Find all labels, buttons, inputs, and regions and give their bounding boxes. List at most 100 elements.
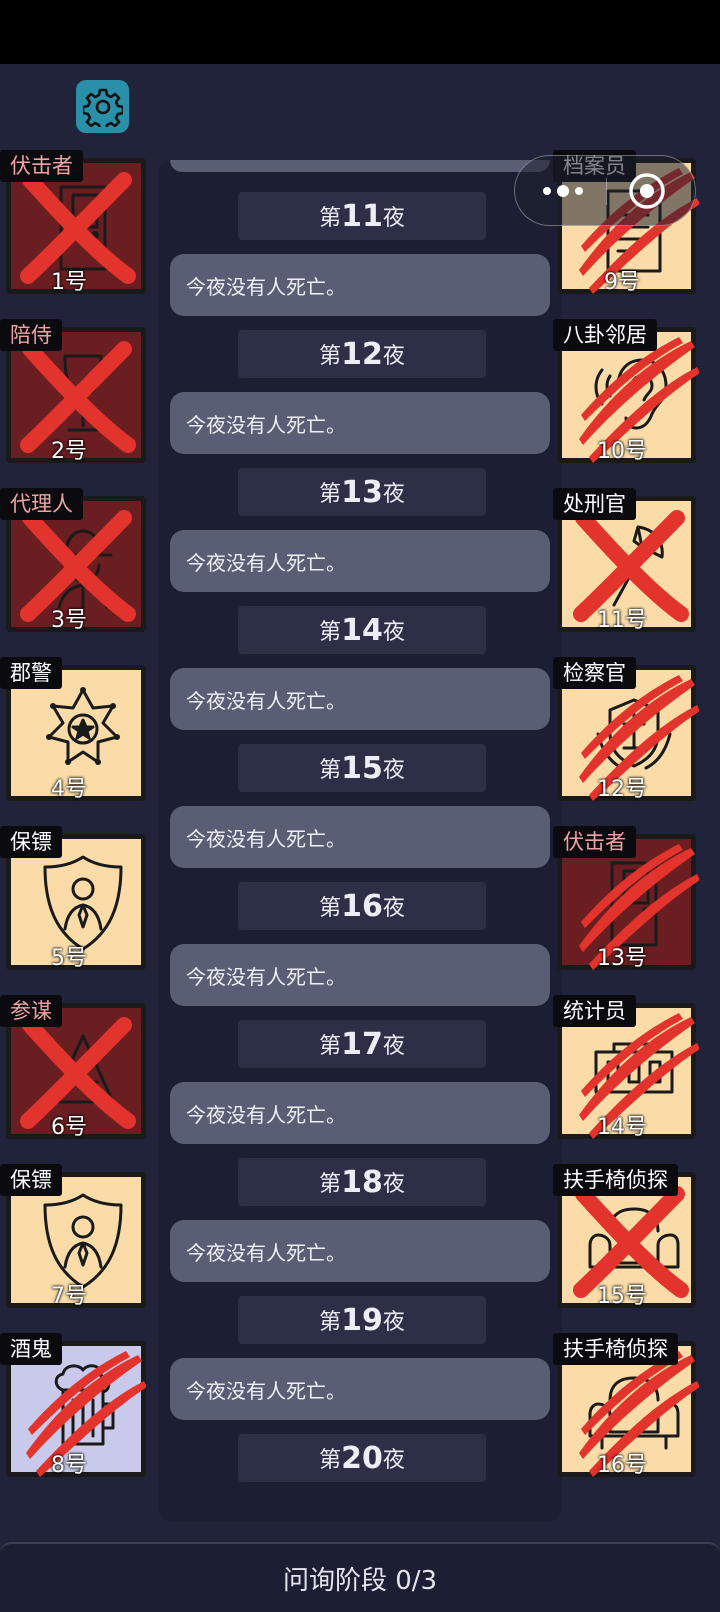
more-dots-icon[interactable] [535, 176, 595, 206]
night-number: 11 [341, 198, 383, 234]
night-number: 17 [341, 1026, 383, 1062]
player-number: 2号 [51, 439, 87, 464]
night-header: 第 15 夜 [238, 744, 486, 792]
night-message: 今夜没有人死亡。 [170, 1220, 550, 1282]
night-prefix: 第 [319, 1448, 342, 1473]
player-number: 5号 [51, 946, 87, 971]
player-role-label: 检察官 [553, 657, 636, 689]
player-card[interactable]: 代理人 3号 [0, 488, 146, 633]
player-number: 16号 [597, 1453, 647, 1478]
night-suffix: 夜 [382, 206, 405, 231]
player-card[interactable]: 保镖 7号 [0, 1164, 146, 1309]
player-card[interactable]: 伏击者 1号 [0, 150, 146, 295]
night-suffix: 夜 [382, 1310, 405, 1335]
player-number: 11号 [597, 608, 647, 633]
night-prefix: 第 [319, 206, 342, 231]
night-message: 今夜没有人死亡。 [170, 806, 550, 868]
night-number: 20 [341, 1440, 383, 1476]
player-card[interactable]: 伏击者 13号 [553, 826, 699, 971]
night-header: 第 14 夜 [238, 606, 486, 654]
night-prefix: 第 [319, 1310, 342, 1335]
player-card[interactable]: 检察官 12号 [553, 657, 699, 802]
player-role-label: 郡警 [0, 657, 62, 689]
night-number: 13 [341, 474, 383, 510]
player-role-label: 统计员 [553, 995, 636, 1027]
night-header: 第 17 夜 [238, 1020, 486, 1068]
player-card[interactable]: 保镖 5号 [0, 826, 146, 971]
night-prefix: 第 [319, 896, 342, 921]
player-role-label: 八卦邻居 [553, 319, 657, 351]
mini-program-capsule [514, 155, 696, 226]
night-suffix: 夜 [382, 1448, 405, 1473]
bodyguard-shield-icon [43, 1193, 123, 1289]
player-card[interactable]: 统计员 14号 [553, 995, 699, 1140]
night-prefix: 第 [319, 620, 342, 645]
night-header: 第 16 夜 [238, 882, 486, 930]
gear-icon [82, 88, 123, 127]
player-card[interactable]: 处刑官 11号 [553, 488, 696, 633]
player-number: 14号 [597, 1115, 647, 1140]
night-number: 18 [341, 1164, 383, 1200]
night-header: 第 12 夜 [238, 330, 486, 378]
capsule-divider [606, 178, 607, 205]
player-role-label: 酒鬼 [0, 1333, 62, 1365]
night-message: 今夜没有人死亡。 [170, 1082, 550, 1144]
settings-button[interactable] [76, 80, 129, 133]
night-header: 第 13 夜 [238, 468, 486, 516]
player-card[interactable]: 八卦邻居 10号 [553, 319, 699, 464]
bodyguard-shield-icon [43, 855, 123, 951]
night-prefix: 第 [319, 1034, 342, 1059]
player-card[interactable]: 扶手椅侦探 16号 [553, 1333, 699, 1478]
player-number: 3号 [51, 608, 87, 633]
player-card[interactable]: 扶手椅侦探 15号 [553, 1164, 696, 1309]
player-role-label: 代理人 [0, 488, 83, 520]
night-suffix: 夜 [382, 482, 405, 507]
night-prefix: 第 [319, 482, 342, 507]
night-message: 今夜没有人死亡。 [170, 530, 550, 592]
night-suffix: 夜 [382, 344, 405, 369]
player-role-label: 保镖 [0, 826, 62, 858]
night-prefix: 第 [319, 1172, 342, 1197]
player-card[interactable]: 酒鬼 8号 [0, 1333, 146, 1478]
player-number: 6号 [51, 1115, 87, 1140]
target-close-icon[interactable] [627, 171, 667, 211]
player-number: 1号 [51, 270, 87, 295]
night-suffix: 夜 [382, 896, 405, 921]
night-header: 第 19 夜 [238, 1296, 486, 1344]
player-role-label: 陪侍 [0, 319, 62, 351]
night-suffix: 夜 [382, 758, 405, 783]
player-number: 10号 [597, 439, 647, 464]
night-log-panel[interactable]: 第 11 夜今夜没有人死亡。第 12 夜今夜没有人死亡。第 13 夜今夜没有人死亡。第 14 夜… [158, 160, 562, 1522]
night-header: 第 18 夜 [238, 1158, 486, 1206]
night-prefix: 第 [319, 344, 342, 369]
inquiry-phase-label: 问询阶段 0/3 [282, 1565, 438, 1596]
night-message: 今夜没有人死亡。 [170, 668, 550, 730]
night-prefix: 第 [319, 758, 342, 783]
player-role-label: 伏击者 [0, 150, 83, 182]
log-message-partial [170, 160, 550, 172]
player-number: 15号 [597, 1284, 647, 1309]
inquiry-phase-bar[interactable]: 问询阶段 0/3 [0, 1542, 720, 1612]
player-number: 9号 [604, 270, 640, 295]
player-role-label: 扶手椅侦探 [553, 1164, 678, 1196]
sheriff-badge-icon [46, 687, 120, 765]
player-role-label: 参谋 [0, 995, 62, 1027]
night-message: 今夜没有人死亡。 [170, 254, 550, 316]
player-card[interactable]: 参谋 6号 [0, 995, 146, 1140]
player-number: 13号 [597, 946, 647, 971]
player-role-label: 扶手椅侦探 [553, 1333, 678, 1365]
night-message: 今夜没有人死亡。 [170, 944, 550, 1006]
night-number: 16 [341, 888, 383, 924]
player-card[interactable]: 陪侍 2号 [0, 319, 146, 464]
player-number: 8号 [51, 1453, 87, 1478]
player-role-label: 保镖 [0, 1164, 62, 1196]
night-suffix: 夜 [382, 1172, 405, 1197]
player-card[interactable]: 郡警 4号 [0, 657, 146, 802]
night-message: 今夜没有人死亡。 [170, 1358, 550, 1420]
night-suffix: 夜 [382, 1034, 405, 1059]
player-role-label: 伏击者 [553, 826, 636, 858]
night-number: 12 [341, 336, 383, 372]
night-number: 14 [341, 612, 383, 648]
night-header: 第 20 夜 [238, 1434, 486, 1482]
player-number: 7号 [51, 1284, 87, 1309]
